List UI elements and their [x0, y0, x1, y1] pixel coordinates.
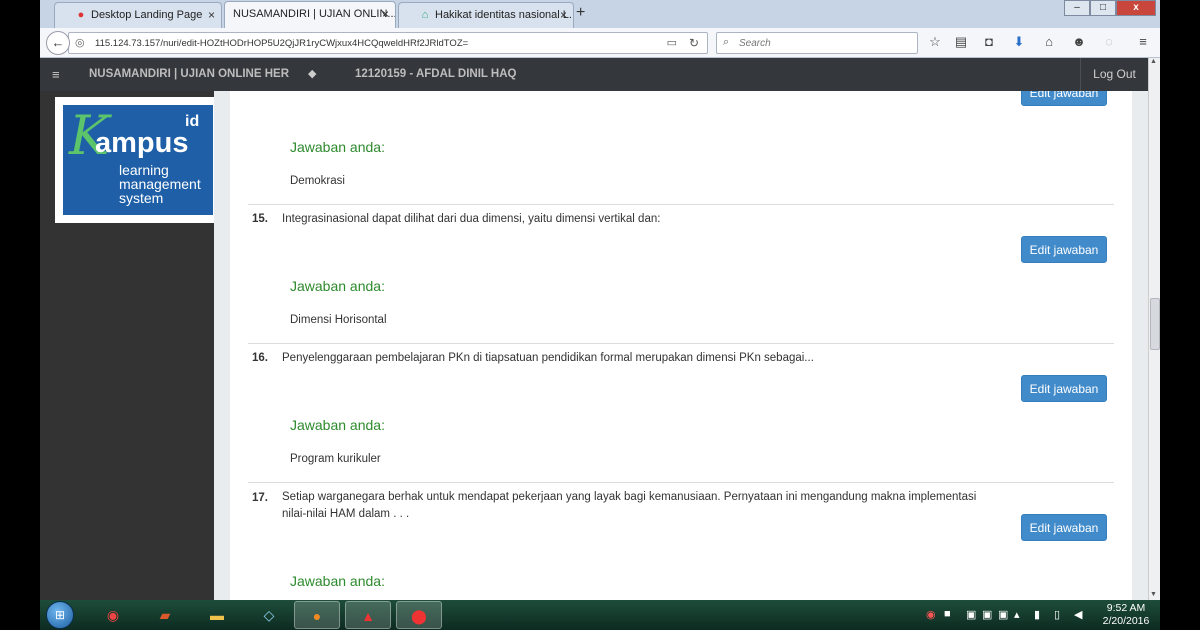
close-tab-icon[interactable]: ×	[560, 8, 567, 22]
question-number: 17.	[252, 492, 268, 504]
url-text: 115.124.73.157/nuri/edit-HOZtHODrHOP5U2Q…	[95, 38, 469, 49]
logo-ampus: ampus	[95, 127, 189, 159]
sidebar: K ampus id learning management system	[40, 91, 214, 600]
system-tray: ◉ ■ ▣ ▣ ▣ ▴ ▮ ▯ ◀ 9:52 AM 2/20/2016	[910, 600, 1160, 630]
answer-label: Jawaban anda:	[290, 139, 385, 155]
search-placeholder: Search	[739, 38, 771, 49]
url-bar[interactable]: ◎ 115.124.73.157/nuri/edit-HOZtHODrHOP5U…	[68, 32, 708, 54]
tray-settings-icon[interactable]: ▣	[998, 608, 1008, 621]
addon-icon[interactable]: ◌	[1100, 34, 1118, 49]
answer-label: Jawaban anda:	[290, 417, 385, 433]
browser-window: ● Desktop Landing Page × NUSAMANDIRI | U…	[40, 0, 1160, 600]
tab-nusamandiri[interactable]: NUSAMANDIRI | UJIAN ONLIN... ×	[224, 1, 396, 28]
question-text: Penyelenggaraan pembelajaran PKn di tiap…	[282, 352, 814, 364]
window-controls: – □ x	[1064, 0, 1156, 18]
tab-desktop-landing[interactable]: ● Desktop Landing Page ×	[54, 2, 222, 28]
answer-label: Jawaban anda:	[290, 278, 385, 294]
edit-answer-button[interactable]: Edit jawaban	[1021, 91, 1107, 106]
folder-icon[interactable]: ▬	[194, 601, 240, 629]
site-title[interactable]: NUSAMANDIRI | UJIAN ONLINE HER	[89, 68, 289, 80]
battery-icon[interactable]: ▯	[1054, 608, 1060, 621]
logo-id: id	[185, 113, 200, 130]
reload-icon[interactable]: ↻	[689, 36, 699, 50]
network-signal-icon[interactable]: ▮	[1034, 608, 1040, 621]
tag-icon: ◆	[308, 68, 317, 80]
tab-strip: ● Desktop Landing Page × NUSAMANDIRI | U…	[40, 0, 1160, 28]
search-icon: ⌕	[723, 36, 730, 48]
answer-list: Edit jawaban Jawaban anda: Demokrasi 15.…	[230, 91, 1132, 600]
edit-answer-button[interactable]: Edit jawaban	[1021, 514, 1107, 541]
close-window-button[interactable]: x	[1116, 0, 1156, 16]
page-header: ≡ NUSAMANDIRI | UJIAN ONLINE HER ◆ 12120…	[40, 58, 1148, 91]
navigation-toolbar: ◎ 115.124.73.157/nuri/edit-HOZtHODrHOP5U…	[40, 28, 1160, 58]
download-icon[interactable]: ⬇	[1010, 34, 1028, 50]
back-button[interactable]: ←	[46, 31, 70, 55]
pdf-icon[interactable]: ▲	[345, 601, 391, 629]
divider	[248, 204, 1114, 205]
chrome-icon[interactable]: ◉	[90, 601, 136, 629]
divider	[248, 343, 1114, 344]
user-name: 12120159 - AFDAL DINIL HAQ	[355, 68, 517, 80]
scroll-down-arrow-icon[interactable]: ▼	[1150, 591, 1157, 598]
question-number: 15.	[252, 213, 268, 225]
clock-time: 9:52 AM	[1106, 602, 1146, 614]
question-text: Setiap warganegara berhak untuk mendapat…	[282, 491, 977, 520]
screen: ● Desktop Landing Page × NUSAMANDIRI | U…	[0, 0, 1200, 630]
logout-button[interactable]: Log Out	[1080, 58, 1148, 91]
close-tab-icon[interactable]: ×	[208, 8, 215, 22]
edit-answer-button[interactable]: Edit jawaban	[1021, 236, 1107, 263]
tab-label: Desktop Landing Page	[91, 9, 203, 21]
books-icon[interactable]: ▰	[142, 601, 188, 629]
recorder-icon[interactable]: ⬤	[396, 601, 442, 629]
start-button[interactable]: ⊞	[46, 601, 74, 629]
new-tab-button[interactable]: +	[576, 4, 585, 22]
notepad-icon[interactable]: ◇	[246, 601, 292, 629]
question-text: Integrasinasional dapat dilihat dari dua…	[282, 213, 661, 225]
answer-value: Dimensi Horisontal	[290, 314, 387, 326]
windows-taskbar: ⊞ ◉ ▰ ▬ ◇ ● ▲ ⬤ ◉ ■ ▣ ▣ ▣ ▴ ▮ ▯ ◀ 9:52 A…	[40, 600, 1160, 630]
content-area: Edit jawaban Jawaban anda: Demokrasi 15.…	[214, 91, 1148, 600]
tray-cursor-icon[interactable]: ▣	[982, 608, 992, 621]
recorder-tray-icon[interactable]: ◉	[926, 608, 936, 621]
show-hidden-icons-icon[interactable]: ▴	[1014, 608, 1020, 621]
page-scrollbar[interactable]: ▲ ▼	[1148, 58, 1160, 600]
search-box[interactable]: ⌕ Search	[716, 32, 918, 54]
reader-view-icon[interactable]: ▭	[667, 36, 677, 49]
scroll-up-arrow-icon[interactable]: ▲	[1150, 58, 1157, 65]
answer-label: Jawaban anda:	[290, 573, 385, 589]
tray-app-icon[interactable]: ■	[944, 608, 951, 620]
bookmark-star-icon[interactable]: ☆	[926, 34, 944, 50]
question-number: 16.	[252, 352, 268, 364]
answer-value: Program kurikuler	[290, 453, 381, 465]
clock-date: 2/20/2016	[1102, 615, 1150, 627]
minimize-button[interactable]: –	[1064, 0, 1090, 16]
scrollbar-thumb[interactable]	[1150, 298, 1160, 350]
globe-icon: ◎	[75, 37, 85, 49]
edit-answer-button[interactable]: Edit jawaban	[1021, 375, 1107, 402]
maximize-button[interactable]: □	[1090, 0, 1116, 16]
volume-icon[interactable]: ◀	[1074, 608, 1082, 621]
house-favicon-icon: ⌂	[421, 9, 429, 21]
logo-container: K ampus id learning management system	[55, 97, 214, 223]
logo-tagline: learning management system	[119, 162, 201, 206]
answer-value: Demokrasi	[290, 175, 345, 187]
tray-window-icon[interactable]: ▣	[966, 608, 976, 621]
kampus-logo: K ampus id learning management system	[63, 105, 213, 215]
clock[interactable]: 9:52 AM 2/20/2016	[1096, 602, 1156, 628]
hamburger-menu-icon[interactable]: ≡	[52, 67, 60, 82]
tab-label: NUSAMANDIRI | UJIAN ONLIN...	[233, 8, 396, 20]
chat-icon[interactable]: ☻	[1070, 34, 1088, 49]
red-favicon-icon: ●	[77, 9, 85, 21]
divider	[248, 482, 1114, 483]
menu-icon[interactable]: ≡	[1134, 34, 1152, 49]
pocket-icon[interactable]: ◘	[980, 34, 998, 49]
close-tab-icon[interactable]: ×	[382, 7, 389, 21]
firefox-icon[interactable]: ●	[294, 601, 340, 629]
home-icon[interactable]: ⌂	[1040, 34, 1058, 49]
tab-hakikat[interactable]: ⌂ Hakikat identitas nasional L... ×	[398, 2, 574, 28]
bookmarks-list-icon[interactable]: ▤	[952, 34, 970, 50]
tab-label: Hakikat identitas nasional L...	[435, 9, 574, 21]
